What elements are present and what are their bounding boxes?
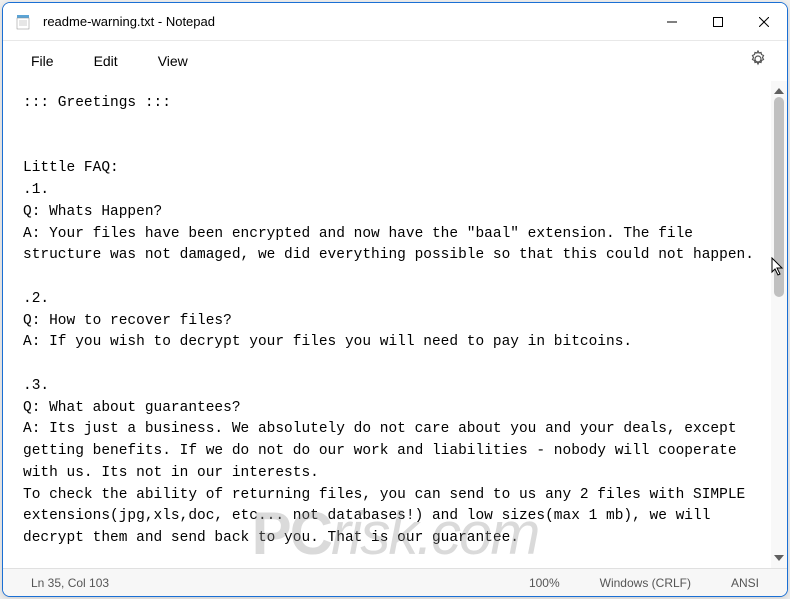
content-area: ::: Greetings ::: Little FAQ: .1. Q: Wha… bbox=[3, 81, 787, 568]
menu-file[interactable]: File bbox=[11, 47, 74, 75]
notepad-icon bbox=[15, 14, 31, 30]
scroll-down-arrow[interactable] bbox=[773, 552, 785, 564]
titlebar: readme-warning.txt - Notepad bbox=[3, 3, 787, 41]
vertical-scrollbar[interactable] bbox=[771, 81, 787, 568]
minimize-button[interactable] bbox=[649, 3, 695, 40]
window-controls bbox=[649, 3, 787, 40]
statusbar: Ln 35, Col 103 100% Windows (CRLF) ANSI bbox=[3, 568, 787, 596]
status-lineending: Windows (CRLF) bbox=[580, 576, 711, 590]
menu-edit[interactable]: Edit bbox=[74, 47, 138, 75]
status-position: Ln 35, Col 103 bbox=[11, 576, 129, 590]
notepad-window: readme-warning.txt - Notepad File Edit V… bbox=[2, 2, 788, 597]
maximize-button[interactable] bbox=[695, 3, 741, 40]
close-button[interactable] bbox=[741, 3, 787, 40]
menu-view[interactable]: View bbox=[138, 47, 208, 75]
status-encoding: ANSI bbox=[711, 576, 779, 590]
gear-icon bbox=[749, 50, 767, 68]
status-zoom: 100% bbox=[509, 576, 580, 590]
text-editor[interactable]: ::: Greetings ::: Little FAQ: .1. Q: Wha… bbox=[3, 81, 771, 568]
window-title: readme-warning.txt - Notepad bbox=[43, 14, 649, 29]
menubar: File Edit View bbox=[3, 41, 787, 81]
scroll-track[interactable] bbox=[771, 97, 787, 552]
scroll-up-arrow[interactable] bbox=[773, 85, 785, 97]
scroll-thumb[interactable] bbox=[774, 97, 784, 297]
settings-button[interactable] bbox=[737, 44, 779, 79]
